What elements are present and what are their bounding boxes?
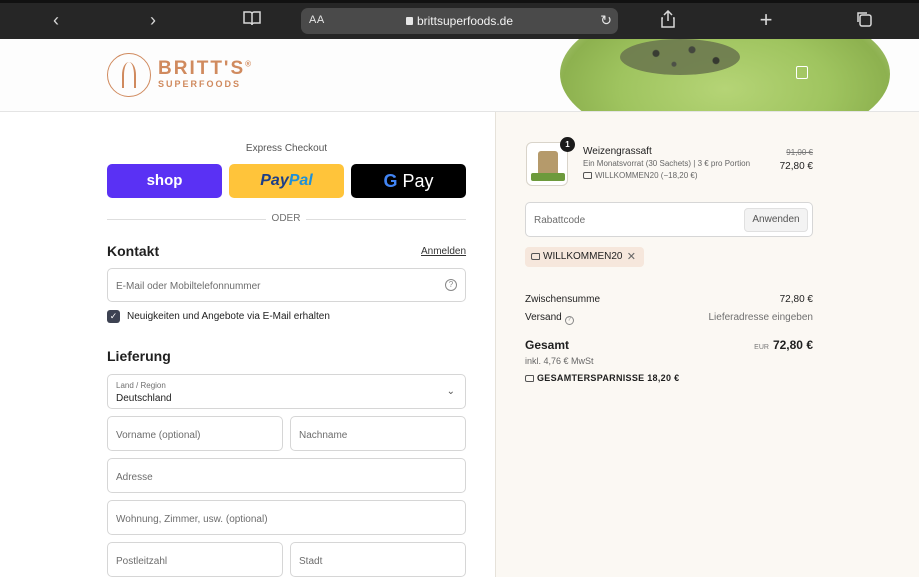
store-header: BRITT'S® SUPERFOODS (0, 39, 919, 112)
apartment-field[interactable]: Wohnung, Zimmer, usw. (optional) (107, 500, 466, 535)
brand-logo-icon[interactable] (107, 53, 151, 97)
vat-text: inkl. 4,76 € MwSt (525, 356, 594, 366)
address-bar[interactable]: AA brittsuperfoods.de ↻ (301, 8, 618, 34)
email-field[interactable]: E-Mail oder Mobiltelefonnummer ? (107, 268, 466, 302)
help-icon[interactable]: ? (564, 316, 574, 325)
login-link[interactable]: Anmelden (421, 246, 466, 257)
contact-heading: Kontakt (107, 243, 160, 259)
tag-icon (531, 253, 540, 260)
brand-name[interactable]: BRITT'S® (158, 58, 253, 80)
apply-code-button[interactable]: Anwenden (744, 208, 808, 232)
discounted-price: 72,80 € (779, 161, 813, 172)
lastname-field[interactable]: Nachname (290, 416, 466, 451)
product-name: Weizengrassaft (583, 146, 652, 157)
forward-icon[interactable]: › (141, 10, 165, 30)
divider-label: ODER (266, 213, 306, 224)
product-discount: WILLKOMMEN20 (−18,20 €) (583, 171, 697, 180)
chia-seeds-image (620, 39, 740, 75)
share-icon[interactable] (656, 9, 680, 32)
subtotal-row: Zwischensumme 72,80 € (525, 294, 813, 305)
paypal-button[interactable]: PayPal (229, 164, 344, 198)
applied-code-chip: WILLKOMMEN20 ✕ (525, 247, 644, 267)
total-label: Gesamt (525, 338, 570, 352)
shop-pay-button[interactable]: shop (107, 164, 222, 198)
lock-icon (405, 17, 413, 25)
city-field[interactable]: Stadt (290, 542, 466, 577)
quantity-badge: 1 (560, 137, 575, 152)
url-text: brittsuperfoods.de (416, 14, 514, 28)
bookmarks-icon[interactable] (240, 10, 264, 30)
google-pay-button[interactable]: G Pay (351, 164, 466, 198)
new-tab-icon[interactable]: + (754, 9, 778, 31)
brand-subtitle: SUPERFOODS (158, 79, 242, 89)
firstname-field[interactable]: Vorname (optional) (107, 416, 283, 451)
country-select[interactable]: Land / Region Deutschland ⌄ (107, 374, 466, 409)
cart-icon[interactable] (796, 66, 808, 79)
browser-toolbar: ‹ › AA brittsuperfoods.de ↻ + (0, 0, 919, 39)
tabs-icon[interactable] (852, 10, 876, 32)
newsletter-label: Neuigkeiten und Angebote via E-Mail erha… (127, 311, 330, 322)
help-icon[interactable]: ? (445, 279, 457, 291)
reload-icon[interactable]: ↻ (600, 12, 612, 29)
express-checkout-title: Express Checkout (245, 143, 328, 154)
tag-icon (583, 172, 592, 179)
total-value: EUR 72,80 € (754, 338, 813, 352)
chevron-down-icon: ⌄ (446, 386, 455, 397)
remove-code-icon[interactable]: ✕ (627, 247, 636, 267)
address-field[interactable]: Adresse (107, 458, 466, 493)
discount-code-input[interactable]: Rabattcode Anwenden (525, 202, 813, 237)
zip-field[interactable]: Postleitzahl (107, 542, 283, 577)
delivery-heading: Lieferung (107, 348, 171, 364)
newsletter-checkbox[interactable]: ✓ (107, 310, 120, 323)
tag-icon (525, 375, 534, 382)
back-icon[interactable]: ‹ (44, 10, 68, 30)
order-summary: 1 Weizengrassaft Ein Monatsvorrat (30 Sa… (495, 112, 919, 577)
original-price: 91,00 € (786, 148, 813, 157)
product-description: Ein Monatsvorrat (30 Sachets) | 3 € pro … (583, 159, 751, 168)
shipping-row: Versand? Lieferadresse eingeben (525, 312, 813, 325)
total-savings: GESAMTERSPARNISSE 18,20 € (525, 373, 679, 383)
